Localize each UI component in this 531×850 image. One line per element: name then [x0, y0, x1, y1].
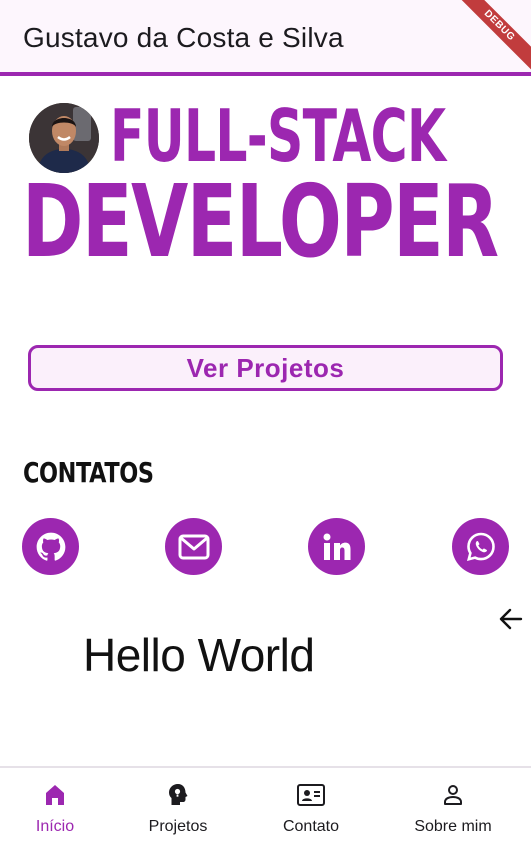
nav-item-projetos[interactable]: Projetos — [113, 782, 243, 842]
nav-item-contato[interactable]: Contato — [246, 782, 376, 842]
idea-head-icon — [113, 782, 243, 808]
linkedin-icon — [323, 533, 350, 560]
debug-label: DEBUG — [450, 0, 531, 75]
nav-label-sobre-mim: Sobre mim — [414, 818, 492, 835]
app-title: Gustavo da Costa e Silva — [23, 22, 344, 53]
hero-title-line-2: DEVELOPER — [22, 163, 499, 280]
arrow-left-icon — [499, 608, 523, 630]
debug-banner: DEBUG — [441, 0, 531, 90]
person-icon — [388, 782, 518, 808]
github-button[interactable] — [22, 518, 79, 575]
nav-label-projetos: Projetos — [148, 818, 208, 835]
mail-icon — [178, 534, 209, 559]
app-bar: Gustavo da Costa e Silva DEBUG — [0, 0, 531, 76]
whatsapp-button[interactable] — [452, 518, 509, 575]
nav-label-inicio: Início — [35, 818, 75, 835]
github-icon — [36, 532, 65, 561]
email-button[interactable] — [165, 518, 222, 575]
contacts-heading: CONTATOS — [23, 456, 154, 489]
nav-label-contato: Contato — [282, 818, 340, 835]
hello-text: Hello World — [83, 629, 315, 681]
nav-item-sobre-mim[interactable]: Sobre mim — [388, 782, 518, 842]
bottom-navigation: Início Projetos Contato Sobre mim — [0, 766, 531, 850]
nav-item-inicio[interactable]: Início — [0, 782, 120, 842]
hero-title-line-1: FULL-STACK — [110, 94, 446, 178]
back-button[interactable] — [497, 605, 525, 633]
view-projects-button[interactable]: Ver Projetos — [28, 345, 503, 391]
linkedin-button[interactable] — [308, 518, 365, 575]
home-icon — [0, 782, 120, 808]
whatsapp-icon — [466, 532, 495, 561]
contact-card-icon — [246, 782, 376, 808]
